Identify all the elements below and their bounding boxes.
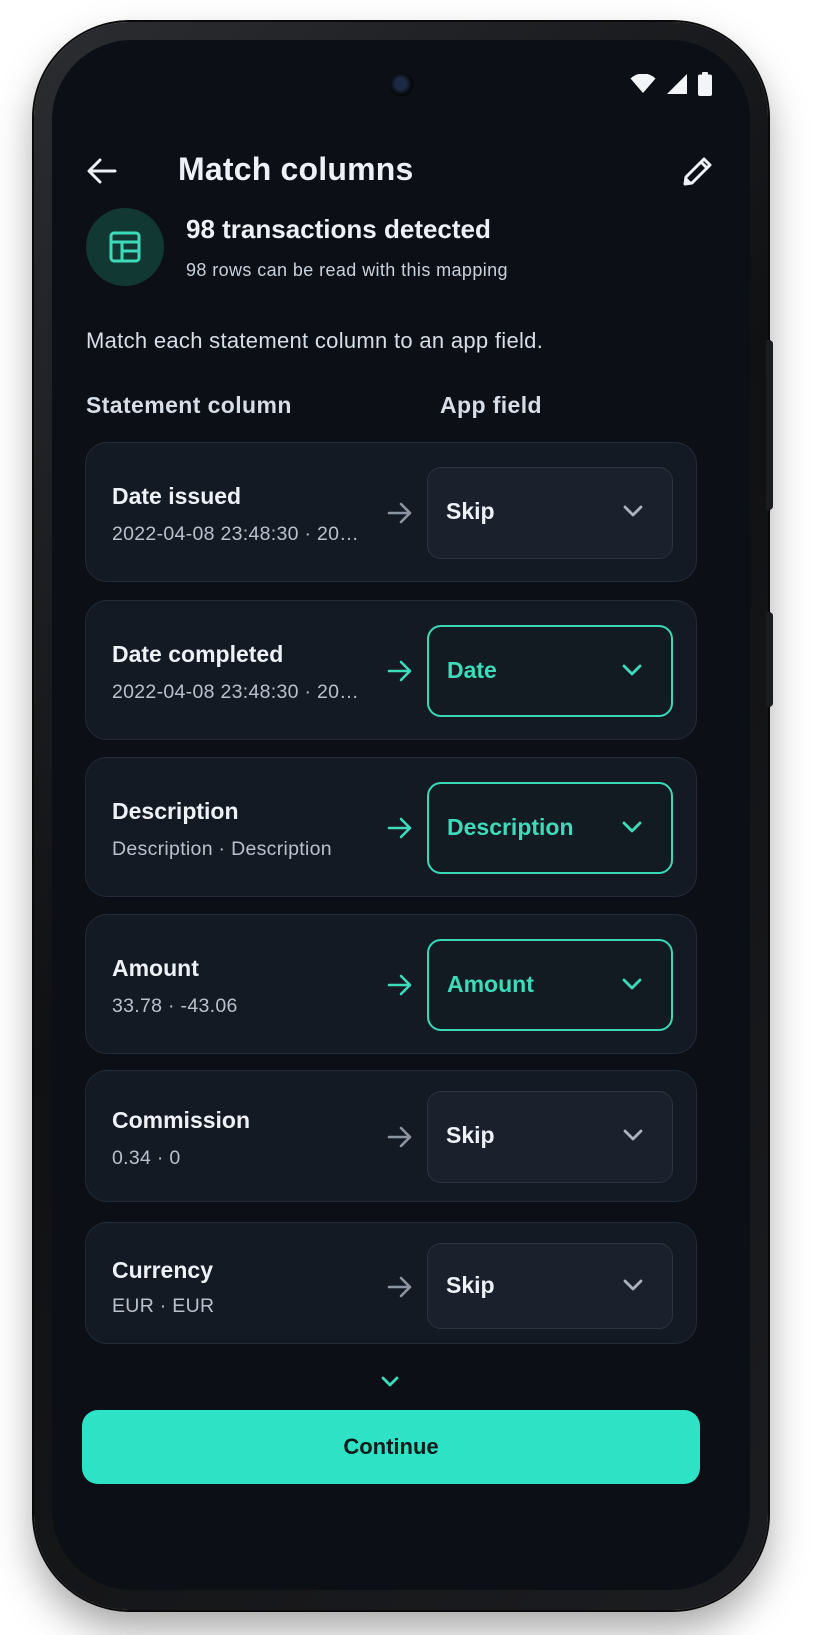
column-name: Description xyxy=(112,798,239,824)
statement-column-header: Statement column xyxy=(86,392,292,418)
screen: Match columns 98 transactions detected 9… xyxy=(52,40,750,1590)
app-bar: Match columns xyxy=(52,135,750,205)
column-sample: 33.78 · -43.06 xyxy=(112,995,238,1017)
arrow-right-icon xyxy=(387,1126,412,1148)
arrow-right-icon xyxy=(387,1276,412,1298)
column-name: Currency xyxy=(112,1257,213,1283)
column-sample: 2022-04-08 23:48:30 · 20… xyxy=(112,523,360,545)
field-select[interactable]: Description xyxy=(427,782,673,874)
power-button xyxy=(766,340,773,510)
field-select-value: Skip xyxy=(446,498,495,524)
field-select-value: Amount xyxy=(447,971,534,997)
column-sample: 0.34 · 0 xyxy=(112,1147,181,1169)
column-sample: EUR · EUR xyxy=(112,1295,215,1317)
scroll-more-chevron-icon[interactable] xyxy=(378,1372,402,1390)
field-select-value: Description xyxy=(447,814,574,840)
column-name: Date issued xyxy=(112,483,242,509)
column-sample: 2022-04-08 23:48:30 · 20… xyxy=(112,681,360,703)
field-select[interactable]: Amount xyxy=(427,939,673,1031)
chevron-down-icon xyxy=(622,821,642,833)
column-name: Date completed xyxy=(112,641,284,667)
signal-icon xyxy=(667,74,687,94)
chevron-down-icon xyxy=(623,1129,643,1141)
chevron-down-icon xyxy=(623,505,643,517)
mapping-row: Currency EUR · EUR Skip xyxy=(85,1222,697,1344)
app-field-header: App field xyxy=(440,392,542,418)
instruction-text: Match each statement column to an app fi… xyxy=(86,328,544,353)
wifi-icon xyxy=(630,74,656,93)
mapping-row: Description Description · Description De… xyxy=(85,757,697,897)
camera-icon xyxy=(390,73,414,97)
column-name: Commission xyxy=(112,1107,251,1133)
summary-icon-badge xyxy=(86,208,164,286)
summary-card: 98 transactions detected 98 rows can be … xyxy=(86,208,716,288)
chevron-down-icon xyxy=(622,664,642,676)
chevron-down-icon xyxy=(623,1279,643,1291)
continue-button[interactable]: Continue xyxy=(82,1410,700,1484)
field-select-value: Date xyxy=(447,657,497,683)
column-name: Amount xyxy=(112,955,199,981)
back-button[interactable] xyxy=(82,153,122,189)
field-select[interactable]: Skip xyxy=(427,1243,673,1329)
chevron-down-icon xyxy=(622,978,642,990)
pencil-icon xyxy=(683,157,712,186)
edit-button[interactable] xyxy=(676,149,720,193)
field-select[interactable]: Skip xyxy=(427,467,673,559)
mapping-row: Date issued 2022-04-08 23:48:30 · 20… Sk… xyxy=(85,442,697,582)
column-sample: Description · Description xyxy=(112,838,332,860)
status-bar xyxy=(630,72,712,96)
arrow-right-icon xyxy=(387,817,412,839)
mapping-row: Date completed 2022-04-08 23:48:30 · 20…… xyxy=(85,600,697,740)
field-select-value: Skip xyxy=(446,1122,495,1148)
mapping-row: Amount 33.78 · -43.06 Amount xyxy=(85,914,697,1054)
table-icon xyxy=(109,231,141,263)
page-title: Match columns xyxy=(178,151,414,187)
field-select-value: Skip xyxy=(446,1272,495,1298)
arrow-right-icon xyxy=(387,502,412,524)
field-select[interactable]: Date xyxy=(427,625,673,717)
summary-title: 98 transactions detected xyxy=(186,214,491,244)
arrow-left-icon xyxy=(87,158,117,184)
field-select[interactable]: Skip xyxy=(427,1091,673,1183)
summary-subtitle: 98 rows can be read with this mapping xyxy=(186,260,508,280)
mapping-row: Commission 0.34 · 0 Skip xyxy=(85,1070,697,1202)
volume-button xyxy=(766,612,773,707)
arrow-right-icon xyxy=(387,974,412,996)
arrow-right-icon xyxy=(387,660,412,682)
battery-icon xyxy=(698,72,712,96)
